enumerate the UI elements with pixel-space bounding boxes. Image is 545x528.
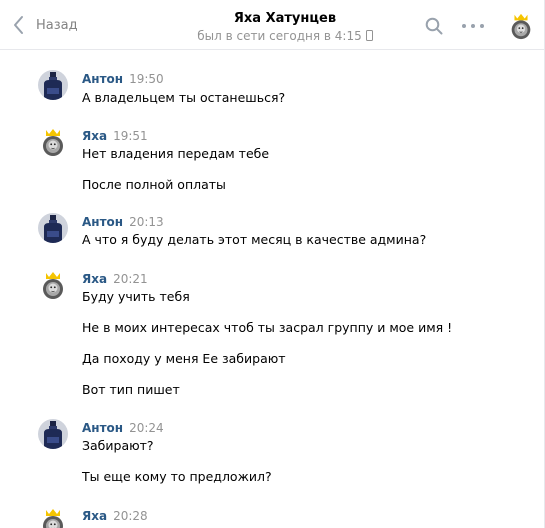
message-time[interactable]: 20:28 <box>113 509 148 523</box>
bottle-avatar-icon <box>38 70 68 100</box>
author-avatar[interactable] <box>38 507 68 528</box>
lion-crown-icon <box>507 12 535 40</box>
message-time[interactable]: 19:50 <box>129 72 164 86</box>
message-time[interactable]: 19:51 <box>113 129 148 143</box>
lion-crown-icon <box>38 507 68 528</box>
message-time[interactable]: 20:13 <box>129 215 164 229</box>
message-meta: Антон 19:50 <box>82 70 164 86</box>
chevron-left-icon <box>14 16 23 34</box>
message-group: Яха 19:51 Нет владения передам тебе После… <box>0 127 544 197</box>
message-text: Забирают? <box>82 438 154 453</box>
peer-status: был в сети сегодня в 4:15 <box>150 28 420 44</box>
chat-window: Назад Яха Хатунцев был в сети сегодня в … <box>0 0 545 528</box>
message-meta: Антон 20:13 <box>82 213 164 229</box>
message-text: А владельцем ты останешься? <box>82 90 286 105</box>
author-name[interactable]: Антон <box>82 72 123 86</box>
message-meta: Яха 20:28 <box>82 507 148 523</box>
message-text: Буду учить тебя <box>82 289 190 304</box>
message-meta: Яха 19:51 <box>82 127 148 143</box>
peer-avatar[interactable] <box>507 12 535 40</box>
message-text: Да походу у меня Ее забирают <box>82 351 286 366</box>
author-name[interactable]: Яха <box>82 509 107 523</box>
author-avatar[interactable] <box>38 213 68 243</box>
peer-name[interactable]: Яха Хатунцев <box>150 10 420 27</box>
search-icon[interactable] <box>425 17 443 35</box>
lion-crown-icon <box>38 127 68 157</box>
author-name[interactable]: Яха <box>82 129 107 143</box>
message-text: Ты еще кому то предложил? <box>82 469 272 484</box>
message-group: Антон 19:50 А владельцем ты останешься? <box>0 70 544 110</box>
lion-crown-icon <box>38 270 68 300</box>
message-time[interactable]: 20:24 <box>129 421 164 435</box>
bottle-avatar-icon <box>38 213 68 243</box>
message-group: Яха 20:28 <box>0 507 544 528</box>
author-name[interactable]: Яха <box>82 272 107 286</box>
message-text: Нет владения передам тебе <box>82 146 270 161</box>
more-dots-icon[interactable] <box>462 21 484 31</box>
author-avatar[interactable] <box>38 127 68 157</box>
message-group: Антон 20:13 А что я буду делать этот меся… <box>0 213 544 253</box>
message-text: А что я буду делать этот месяц в качеств… <box>82 232 427 247</box>
back-button[interactable]: Назад <box>10 12 78 38</box>
last-seen-text: был в сети сегодня в 4:15 <box>197 29 362 43</box>
bottle-avatar-icon <box>38 419 68 449</box>
peer-info[interactable]: Яха Хатунцев был в сети сегодня в 4:15 <box>150 10 420 44</box>
author-name[interactable]: Антон <box>82 215 123 229</box>
author-name[interactable]: Антон <box>82 421 123 435</box>
message-time[interactable]: 20:21 <box>113 272 148 286</box>
message-text: Вот тип пишет <box>82 382 180 397</box>
chat-header: Назад Яха Хатунцев был в сети сегодня в … <box>0 0 544 50</box>
back-label[interactable]: Назад <box>36 18 78 33</box>
message-text: Не в моих интересах чтоб ты засрал групп… <box>82 320 453 335</box>
message-meta: Яха 20:21 <box>82 270 148 286</box>
message-meta: Антон 20:24 <box>82 419 164 435</box>
author-avatar[interactable] <box>38 70 68 100</box>
mobile-phone-icon <box>365 30 373 41</box>
author-avatar[interactable] <box>38 419 68 449</box>
message-group: Яха 20:21 Буду учить тебя Не в моих интер… <box>0 270 544 400</box>
message-text: После полной оплаты <box>82 177 226 192</box>
message-group: Антон 20:24 Забирают? Ты еще кому то пред… <box>0 419 544 489</box>
author-avatar[interactable] <box>38 270 68 300</box>
